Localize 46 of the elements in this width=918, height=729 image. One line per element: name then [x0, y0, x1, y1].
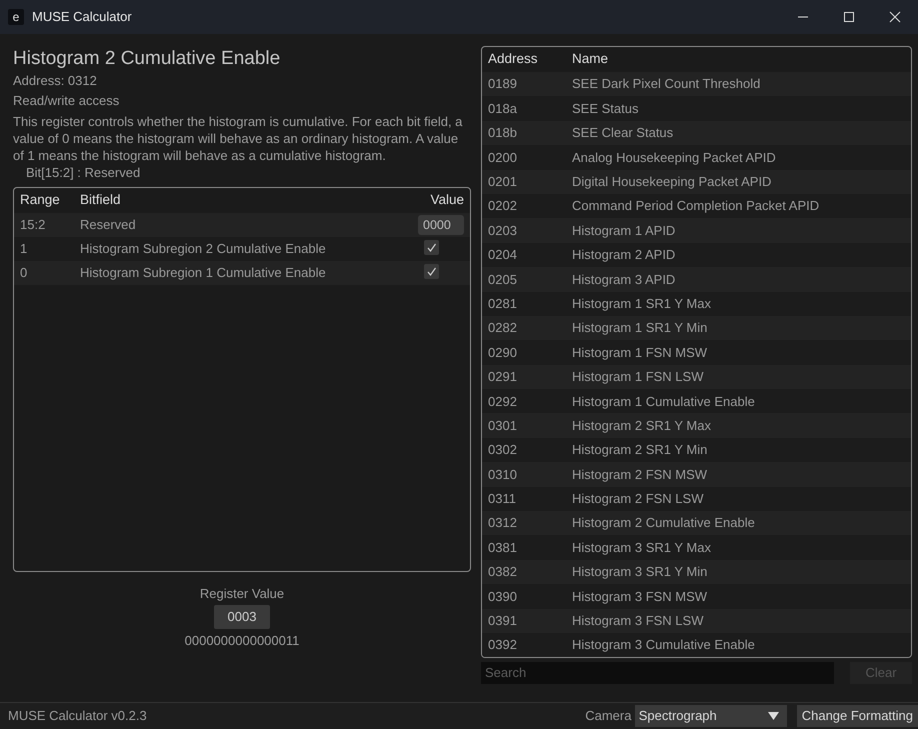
table-cell-text: 0	[20, 264, 28, 282]
register-value-label: Register Value	[200, 585, 284, 602]
table-row[interactable]: 0382 Histogram 3 SR1 Y Min	[482, 560, 911, 584]
table-cell-text: Reserved	[80, 216, 137, 234]
table-row[interactable]: 0310 Histogram 2 FSN MSW	[482, 462, 911, 487]
checkbox[interactable]	[424, 240, 439, 256]
register-title: Histogram 2 Cumulative Enable	[13, 47, 282, 71]
column-header: Range	[20, 191, 61, 210]
table-row[interactable]: 0391 Histogram 3 FSN LSW	[482, 608, 911, 633]
check-icon	[426, 266, 437, 278]
camera-label: Camera	[585, 707, 632, 726]
change-formatting-button[interactable]: Change Formatting	[796, 705, 918, 727]
checkbox[interactable]	[424, 264, 439, 280]
search-field[interactable]: Search	[481, 662, 834, 684]
column-header: Address	[488, 50, 539, 68]
access-text: Read/write access	[13, 92, 120, 110]
app-logo: e	[8, 9, 24, 25]
table-cell-text: Histogram Subregion 1 Cumulative Enable	[80, 264, 327, 282]
table-cell-text: 15:2	[20, 216, 46, 234]
caret-icon	[768, 712, 779, 720]
version-text: MUSE Calculator v0.2.3	[8, 707, 148, 726]
check-icon	[426, 242, 437, 254]
table-cell-text: Histogram Subregion 2 Cumulative Enable	[80, 240, 327, 258]
table-cell-text: 1	[20, 240, 28, 258]
camera-dropdown[interactable]: Spectrograph	[634, 705, 787, 727]
table-row[interactable]: 0203 Histogram 1 APID	[482, 218, 911, 243]
description-text: This register controls whether the histogram is cumulative. For each bit field, a value of 0 means the histogram will behave as an ordinary histogram. A value of 1 means the histogram will behave as a cumulative histogram.	[13, 112, 464, 164]
address-text: Address: 0312	[13, 72, 98, 89]
maximize-icon[interactable]	[843, 11, 855, 23]
table-row[interactable]: 0312 Histogram 2 Cumulative Enable	[482, 511, 911, 536]
bit-note: Bit[15:2] : Reserved	[25, 164, 142, 180]
table-row[interactable]: 0201 Digital Housekeeping Packet APID	[482, 170, 911, 194]
table-row[interactable]: 0301 Histogram 2 SR1 Y Max	[482, 413, 911, 438]
table-row[interactable]: 0189 SEE Dark Pixel Count Threshold	[482, 72, 911, 96]
close-icon[interactable]	[889, 11, 901, 23]
register-value-field[interactable]: 0003	[214, 605, 270, 629]
table-row[interactable]: 0291 Histogram 1 FSN LSW	[482, 364, 911, 390]
table-row[interactable]: 018b SEE Clear Status	[482, 120, 911, 146]
binary-value: 0000000000000011	[184, 632, 300, 649]
table-row[interactable]: 0205 Histogram 3 APID	[482, 267, 911, 292]
table-row[interactable]: 0282 Histogram 1 SR1 Y Min	[482, 316, 911, 340]
column-header: Name	[572, 50, 610, 68]
column-header: Bitfield	[80, 191, 122, 210]
column-header: Value	[430, 191, 464, 210]
window-title: MUSE Calculator	[32, 8, 133, 26]
value-field[interactable]: 0000	[418, 215, 464, 235]
